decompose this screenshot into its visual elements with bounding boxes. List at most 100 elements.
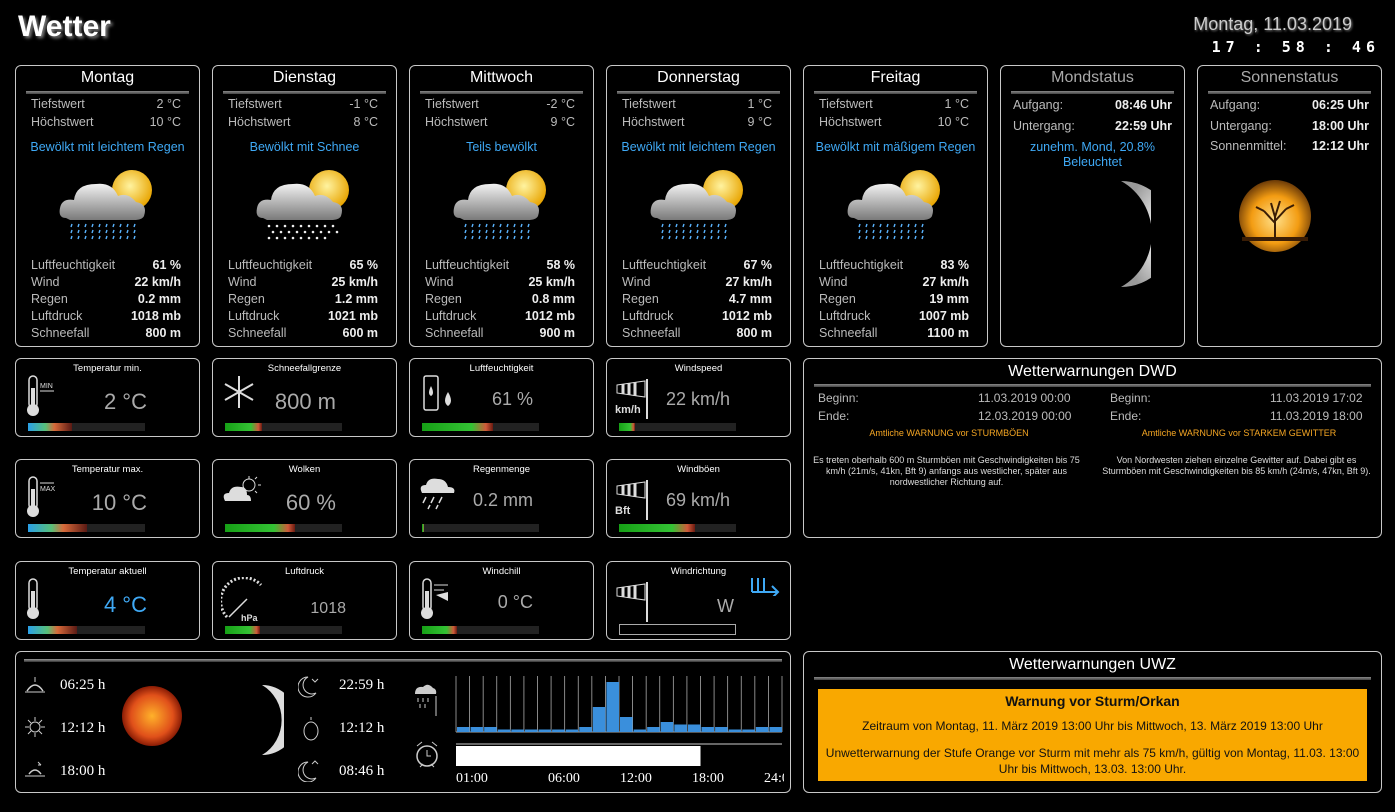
wind-direction-arrow-icon	[751, 578, 780, 596]
sunrise-icon	[25, 677, 45, 693]
detail-label: Luftdruck	[31, 309, 83, 323]
svg-text:hPa: hPa	[241, 613, 259, 623]
detail-label: Luftfeuchtigkeit	[425, 258, 510, 272]
detail-value: 22 km/h	[134, 275, 181, 289]
uwz-period: Zeitraum von Montag, 11. März 2019 13:00…	[862, 719, 1323, 733]
alarm-clock-icon	[416, 741, 438, 768]
sunset-label: Untergang:	[1210, 119, 1272, 133]
current-time: 17 : 58 : 46	[1211, 38, 1380, 56]
detail-label: Wind	[31, 275, 60, 289]
dwd-title: Wetterwarnungen DWD	[1008, 363, 1177, 380]
tile-temperatur-min-: Temperatur min. MIN 2 °C	[15, 358, 200, 437]
sunset-value: 18:00 Uhr	[1312, 119, 1369, 133]
x-tick-label: 12:00	[620, 771, 652, 786]
rain-bar	[579, 727, 592, 732]
tile-value: 61 %	[491, 389, 533, 409]
warning-begin-value: 11.03.2019 17:02	[1270, 391, 1363, 405]
tile-value: 0.2 mm	[472, 490, 533, 510]
warning-end-label: Ende:	[818, 409, 850, 423]
min-temp-label: Tiefstwert	[622, 97, 676, 111]
detail-value: 67 %	[743, 258, 773, 272]
rain-bar	[701, 727, 715, 732]
tile-value: 22 km/h	[665, 389, 730, 409]
rain-cloud-icon	[418, 475, 458, 518]
detail-label: Schneefall	[31, 326, 90, 340]
tile-level-bar	[225, 626, 342, 634]
rain-bar	[538, 729, 552, 732]
max-temp-value: 9 °C	[747, 115, 772, 129]
svg-text:MAX: MAX	[40, 486, 56, 493]
x-tick-label: 18:00	[692, 771, 724, 786]
max-temp-label: Höchstwert	[425, 115, 488, 129]
weather-description: Bewölkt mit leichtem Regen	[621, 140, 776, 154]
cloud-sun-rain-icon	[54, 166, 164, 251]
detail-value: 800 m	[736, 326, 772, 340]
max-temp-label: Höchstwert	[31, 115, 94, 129]
day-name: Mittwoch	[469, 69, 534, 86]
sun-status-panel: Sonnenstatus Aufgang: 06:25 Uhr Untergang…	[1197, 65, 1382, 347]
svg-text:MIN: MIN	[40, 383, 53, 390]
detail-label: Luftfeuchtigkeit	[622, 258, 707, 272]
sunrise-value: 06:25 Uhr	[1312, 98, 1369, 112]
rain-bar	[742, 729, 755, 732]
rain-bar	[755, 727, 769, 732]
solar-noon-label: Sonnenmittel:	[1210, 139, 1287, 153]
moonset-icon	[298, 676, 319, 698]
rain-bar	[484, 727, 497, 732]
rain-bar	[687, 724, 701, 732]
page-title: Wetter	[18, 10, 111, 43]
uwz-warnings-panel: Wetterwarnungen UWZ Warnung vor Sturm/Or…	[803, 651, 1382, 793]
max-temp-value: 8 °C	[353, 115, 378, 129]
sun-status-title: Sonnenstatus	[1240, 69, 1339, 86]
tile-value: 0 °C	[497, 592, 533, 612]
detail-value: 0.2 mm	[137, 292, 181, 306]
warning-end-value: 12.03.2019 00:00	[978, 409, 1072, 423]
humidity-icon	[422, 374, 458, 419]
detail-label: Regen	[31, 292, 68, 306]
detail-label: Regen	[425, 292, 462, 306]
moonrise-icon	[298, 760, 319, 782]
tile-level-bar	[28, 626, 145, 634]
detail-label: Luftdruck	[228, 309, 280, 323]
tile-temperatur-max-: Temperatur max. MAX 10 °C	[15, 459, 200, 538]
tile-level-bar	[28, 524, 145, 532]
tile-temperatur-aktuell: Temperatur aktuell 4 °C	[15, 561, 200, 640]
detail-value: 58 %	[546, 258, 576, 272]
tile-title: Windspeed	[674, 363, 723, 374]
day-name: Donnerstag	[657, 69, 740, 86]
day-progress-bar	[456, 746, 701, 766]
tile-title: Temperatur aktuell	[68, 566, 147, 577]
detail-label: Luftdruck	[425, 309, 477, 323]
detail-value: 1.2 mm	[334, 292, 378, 306]
dwd-warnings-panel: Wetterwarnungen DWD Beginn: 11.03.2019 0…	[803, 358, 1382, 538]
detail-label: Luftfeuchtigkeit	[31, 258, 116, 272]
day-name: Freitag	[870, 69, 921, 86]
day-name: Montag	[80, 69, 135, 86]
detail-value: 25 km/h	[331, 275, 378, 289]
detail-value: 4.7 mm	[728, 292, 772, 306]
thermometer-max-icon: MAX	[24, 475, 64, 524]
x-tick-label: 24:00	[764, 771, 784, 786]
solar-noon-value: 12:12 Uhr	[1312, 139, 1369, 153]
rain-bar	[457, 727, 470, 732]
tile-title: Regenmenge	[472, 464, 531, 475]
detail-label: Wind	[622, 275, 651, 289]
tile-level-bar	[225, 423, 342, 431]
astro-moon-noon: 12:12 h	[339, 720, 385, 736]
sunrise-label: Aufgang:	[1210, 98, 1261, 112]
detail-label: Regen	[228, 292, 265, 306]
tile-value: 1018	[310, 600, 346, 617]
detail-label: Schneefall	[425, 326, 484, 340]
rain-bar	[647, 727, 660, 732]
tile-value: W	[717, 596, 734, 616]
detail-label: Schneefall	[228, 326, 287, 340]
snowflake-icon	[221, 374, 257, 415]
rain-bar	[633, 729, 647, 732]
warning-headline: Amtliche WARNUNG vor STARKEM GEWITTER	[1141, 428, 1337, 438]
rain-bar	[511, 729, 524, 732]
rain-bar	[497, 729, 511, 732]
detail-label: Wind	[425, 275, 454, 289]
tile-title: Luftdruck	[284, 566, 325, 577]
min-temp-value: 1 °C	[747, 97, 772, 111]
thermometer-icon	[24, 577, 64, 626]
